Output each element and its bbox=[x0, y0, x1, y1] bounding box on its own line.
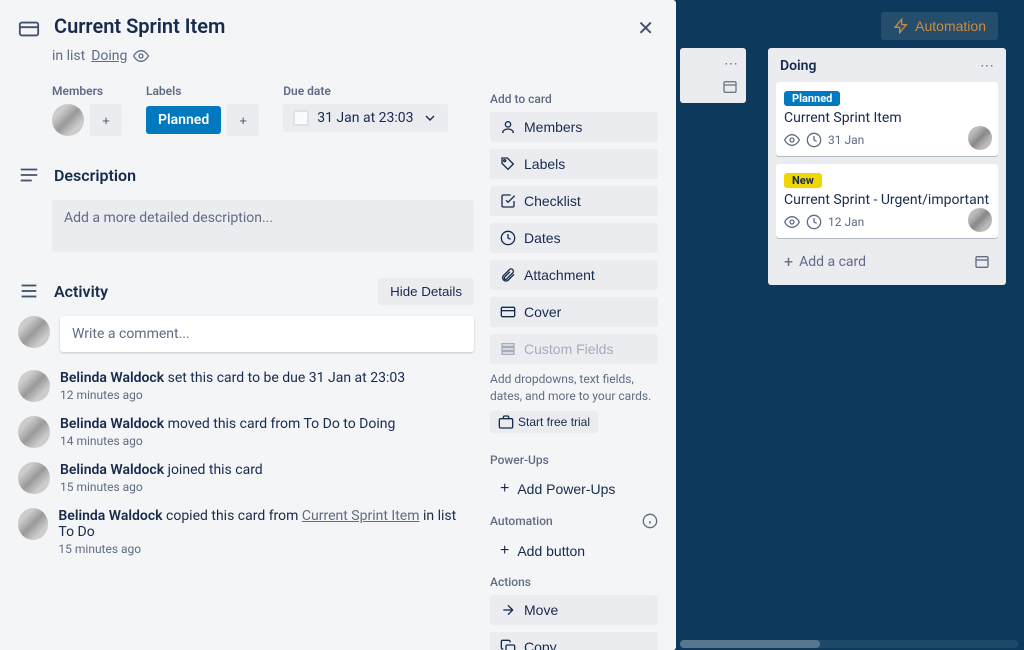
card-badges: 31 Jan bbox=[784, 132, 990, 148]
activity-icon bbox=[18, 280, 40, 306]
powerups-heading: Power-Ups bbox=[490, 453, 658, 467]
sb-custom-fields-button[interactable]: Custom Fields bbox=[490, 334, 658, 364]
watch-icon[interactable] bbox=[133, 48, 149, 64]
briefcase-icon bbox=[498, 414, 514, 430]
sb-labels-button[interactable]: Labels bbox=[490, 149, 658, 179]
list-menu-icon[interactable]: ⋯ bbox=[724, 56, 738, 72]
automation-heading: Automation bbox=[490, 513, 658, 529]
activity-time: 12 minutes ago bbox=[60, 388, 405, 402]
template-icon[interactable] bbox=[722, 79, 738, 95]
person-icon bbox=[500, 119, 516, 135]
clock-icon bbox=[806, 214, 822, 230]
adjacent-list: ⋯ bbox=[680, 48, 746, 103]
list-title[interactable]: Doing bbox=[780, 58, 816, 74]
activity-link[interactable]: Current Sprint Item bbox=[302, 508, 420, 524]
fields-icon bbox=[500, 341, 516, 357]
card-detail-modal: ✕ Current Sprint Item in list Doing Memb… bbox=[0, 0, 676, 650]
due-heading: Due date bbox=[283, 84, 447, 98]
board-card[interactable]: Planned Current Sprint Item 31 Jan bbox=[776, 82, 998, 156]
activity-item: Belinda Waldock joined this card 15 minut… bbox=[18, 462, 474, 494]
activity-time: 15 minutes ago bbox=[58, 542, 474, 556]
in-list-text: in list Doing bbox=[18, 48, 658, 64]
card-badges: 12 Jan bbox=[784, 214, 990, 230]
activity-text: Belinda Waldock joined this card bbox=[60, 462, 263, 478]
card-title[interactable]: Current Sprint Item bbox=[54, 14, 225, 38]
activity-time: 15 minutes ago bbox=[60, 480, 263, 494]
actions-heading: Actions bbox=[490, 575, 658, 589]
template-icon[interactable] bbox=[974, 254, 990, 270]
attachment-icon bbox=[500, 267, 516, 283]
watch-icon bbox=[784, 214, 800, 230]
activity-text: Belinda Waldock copied this card from Cu… bbox=[58, 508, 474, 540]
copy-icon bbox=[500, 639, 516, 650]
list-doing: Doing ⋯ Planned Current Sprint Item 31 J… bbox=[768, 48, 1006, 285]
avatar[interactable] bbox=[18, 416, 50, 448]
scrollbar-thumb[interactable] bbox=[680, 640, 820, 648]
card-name: Current Sprint - Urgent/important bbox=[784, 192, 990, 208]
watch-icon bbox=[784, 132, 800, 148]
bolt-icon bbox=[893, 18, 909, 34]
custom-fields-hint: Add dropdowns, text fields, dates, and m… bbox=[490, 371, 658, 405]
start-trial-button[interactable]: Start free trial bbox=[490, 411, 598, 433]
avatar[interactable] bbox=[18, 370, 50, 402]
board-card[interactable]: New Current Sprint - Urgent/important 12… bbox=[776, 164, 998, 238]
activity-time: 14 minutes ago bbox=[60, 434, 395, 448]
list-menu-icon[interactable]: ⋯ bbox=[980, 58, 994, 74]
activity-heading: Activity bbox=[54, 282, 108, 301]
description-input[interactable]: Add a more detailed description... bbox=[52, 200, 474, 252]
arrow-right-icon bbox=[500, 602, 516, 618]
add-to-card-heading: Add to card bbox=[490, 92, 658, 106]
activity-item: Belinda Waldock set this card to be due … bbox=[18, 370, 474, 402]
description-icon bbox=[18, 164, 40, 190]
add-automation-button[interactable]: +Add button bbox=[490, 535, 658, 567]
sb-members-button[interactable]: Members bbox=[490, 112, 658, 142]
due-checkbox[interactable] bbox=[293, 110, 309, 126]
cover-icon bbox=[500, 304, 516, 320]
add-member-button[interactable]: + bbox=[90, 104, 122, 136]
close-button[interactable]: ✕ bbox=[629, 12, 662, 44]
add-label-button[interactable]: + bbox=[227, 104, 259, 136]
clock-icon bbox=[806, 132, 822, 148]
tag-icon bbox=[500, 156, 516, 172]
list-link[interactable]: Doing bbox=[91, 48, 127, 64]
activity-item: Belinda Waldock copied this card from Cu… bbox=[18, 508, 474, 556]
members-heading: Members bbox=[52, 84, 122, 98]
activity-item: Belinda Waldock moved this card from To … bbox=[18, 416, 474, 448]
card-icon bbox=[18, 18, 40, 44]
chevron-down-icon bbox=[422, 110, 438, 126]
label-pill[interactable]: Planned bbox=[146, 106, 221, 134]
add-card-button[interactable]: + Add a card bbox=[776, 246, 998, 277]
comment-input[interactable]: Write a comment... bbox=[60, 316, 474, 352]
card-label: New bbox=[784, 173, 822, 188]
info-icon[interactable] bbox=[642, 513, 658, 529]
avatar[interactable] bbox=[18, 508, 48, 540]
activity-text: Belinda Waldock set this card to be due … bbox=[60, 370, 405, 386]
avatar[interactable] bbox=[968, 126, 992, 150]
activity-text: Belinda Waldock moved this card from To … bbox=[60, 416, 395, 432]
sb-checklist-button[interactable]: Checklist bbox=[490, 186, 658, 216]
move-button[interactable]: Move bbox=[490, 595, 658, 625]
card-label: Planned bbox=[784, 91, 840, 106]
due-date-chip[interactable]: 31 Jan at 23:03 bbox=[283, 104, 447, 132]
clock-icon bbox=[500, 230, 516, 246]
horizontal-scrollbar[interactable] bbox=[680, 640, 1018, 648]
sb-cover-button[interactable]: Cover bbox=[490, 297, 658, 327]
description-heading: Description bbox=[54, 166, 136, 185]
automation-button[interactable]: Automation bbox=[881, 12, 998, 40]
copy-button[interactable]: Copy bbox=[490, 632, 658, 650]
sb-dates-button[interactable]: Dates bbox=[490, 223, 658, 253]
avatar[interactable] bbox=[18, 462, 50, 494]
card-name: Current Sprint Item bbox=[784, 110, 990, 126]
labels-heading: Labels bbox=[146, 84, 259, 98]
avatar[interactable] bbox=[968, 208, 992, 232]
checklist-icon bbox=[500, 193, 516, 209]
add-powerups-button[interactable]: +Add Power-Ups bbox=[490, 473, 658, 505]
current-user-avatar bbox=[18, 316, 50, 348]
member-avatar[interactable] bbox=[52, 104, 84, 136]
hide-details-button[interactable]: Hide Details bbox=[378, 278, 474, 305]
sb-attachment-button[interactable]: Attachment bbox=[490, 260, 658, 290]
